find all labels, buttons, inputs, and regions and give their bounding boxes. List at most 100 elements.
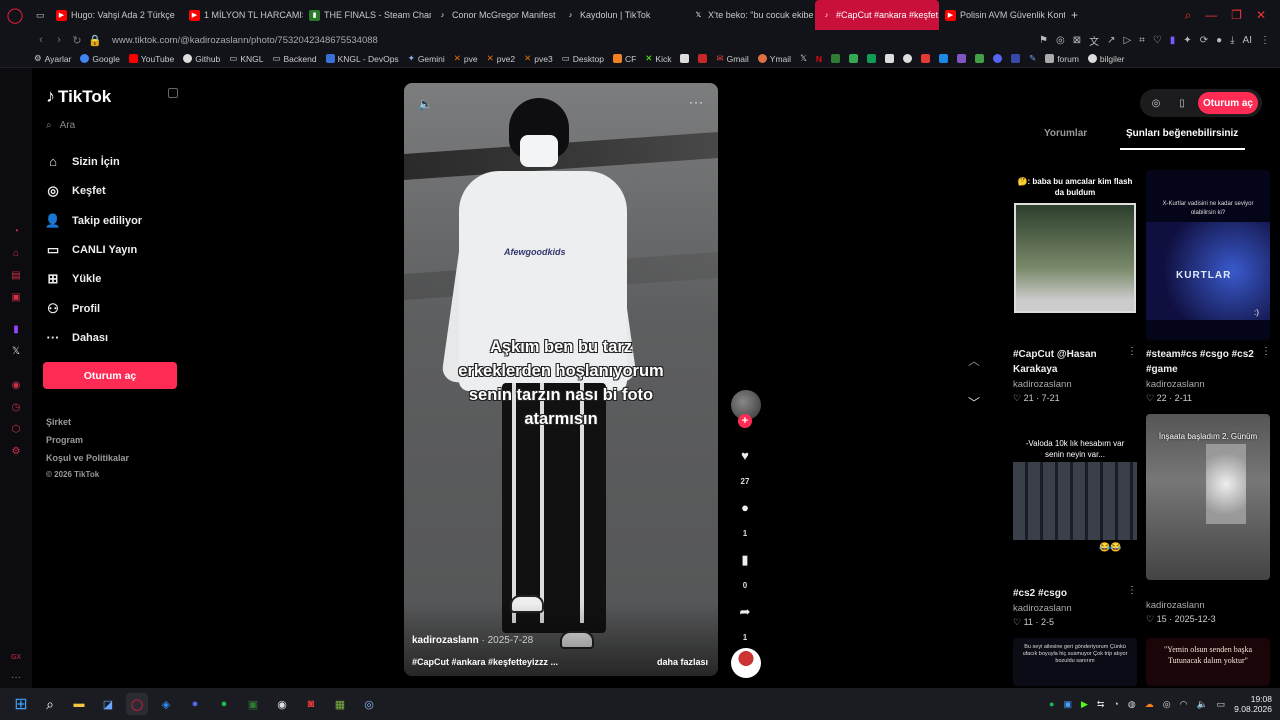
minimize-icon[interactable]: — — [1205, 8, 1217, 22]
bookmark-c[interactable] — [680, 54, 690, 63]
nav-yukle[interactable]: ⊞ Yükle — [44, 271, 102, 287]
tiktok-logo[interactable]: ♪ TikTok — [46, 86, 111, 107]
recommended-thumb[interactable]: İnşaata başladım 2. Günüm — [1146, 414, 1270, 580]
tray-cloud-icon[interactable]: ☁ — [1145, 699, 1154, 710]
bookmark-x[interactable]: 𝕏 — [800, 53, 807, 64]
bookmark-arrow[interactable] — [939, 54, 949, 63]
more-options-icon[interactable]: ··· — [689, 95, 704, 109]
workspaces-icon[interactable]: ▭ — [30, 0, 50, 30]
bookmark-ayarlar[interactable]: ⚙ Ayarlar — [34, 53, 71, 64]
history-icon[interactable]: ◷ — [10, 402, 22, 414]
more-text-button[interactable]: daha fazlası — [657, 657, 708, 667]
login-button[interactable]: Oturum aç — [43, 362, 177, 389]
play-icon[interactable]: ▷ — [1123, 35, 1131, 46]
bookmark-tool[interactable]: ✎ — [1029, 53, 1036, 64]
vscode-icon[interactable]: ◈ — [155, 693, 177, 715]
red-app-icon[interactable]: ◙ — [300, 693, 322, 715]
tab-you-may-like[interactable]: Şunları beğenebilirsiniz — [1126, 128, 1238, 139]
search-tabs-icon[interactable]: ⌕ — [1184, 8, 1191, 23]
wifi-icon[interactable]: ◠ — [1180, 699, 1188, 710]
opera-logo-icon[interactable]: ◯ — [0, 0, 30, 30]
recommended-thumb[interactable]: "Yemin olsun senden başka Tutunacak dalı… — [1146, 638, 1270, 686]
tab-1[interactable]: ▶ 1 MİLYON TL HARCAMIŞ O — [183, 0, 303, 30]
tray-steam-icon[interactable]: ◎ — [1163, 699, 1171, 710]
menu-icon[interactable]: ⋮ — [1260, 35, 1270, 46]
bookmark-icon[interactable]: ⚑ — [1039, 35, 1048, 46]
collapse-sidebar-icon[interactable] — [168, 88, 178, 98]
extension-icon[interactable]: ▮ — [1170, 35, 1176, 46]
battery-icon[interactable]: ▭ — [1217, 699, 1226, 710]
like-heart-icon[interactable]: ♥ — [736, 448, 754, 463]
bookmark-pve3[interactable]: ✕ pve3 — [524, 53, 553, 64]
maximize-icon[interactable]: ❐ — [1231, 8, 1242, 22]
card-caption[interactable]: #CapCut @Hasan Karakaya — [1013, 347, 1128, 377]
file-explorer-icon[interactable]: ▬ — [68, 693, 90, 715]
more-icon[interactable]: ··· — [10, 672, 22, 684]
recommended-thumb[interactable]: X-Kurtlar vadisini ne kadar seviyor olab… — [1146, 170, 1270, 340]
clock[interactable]: 19:08 9.08.2026 — [1234, 694, 1272, 714]
bookmark-github[interactable]: Github — [183, 54, 220, 64]
bookmark-grid[interactable] — [957, 54, 967, 63]
bookmark-pve[interactable]: ✕ pve — [454, 53, 478, 64]
forward-icon[interactable]: › — [50, 34, 68, 46]
extensions-icon[interactable]: ⬡ — [10, 424, 22, 436]
card-more-icon[interactable]: ⋮ — [1127, 585, 1137, 596]
bookmark-discord[interactable] — [993, 54, 1003, 63]
bookmark-wiki[interactable] — [903, 54, 913, 63]
tray-app-icon[interactable]: ▣ — [1063, 699, 1072, 710]
recommended-thumb[interactable]: 🤔: baba bu amcalar kim flash da buldum — [1013, 170, 1137, 340]
bookmark-forum[interactable]: forum — [1045, 54, 1079, 64]
bookmark-green[interactable] — [975, 54, 985, 63]
author-name[interactable]: kadirozaslann — [412, 635, 479, 646]
bookmark-icon[interactable]: ▮ — [736, 552, 754, 568]
app-icon[interactable]: ◪ — [97, 693, 119, 715]
bookmark-p[interactable] — [885, 54, 895, 63]
next-video-arrow-icon[interactable]: ﹀ — [968, 394, 980, 411]
nav-sizin-icin[interactable]: ⌂ Sizin İçin — [44, 154, 120, 169]
bookmark-kngl[interactable]: ▭ KNGL — [229, 53, 263, 64]
github-desktop-icon[interactable]: ◉ — [271, 693, 293, 715]
bookmark-ymail[interactable]: Ymail — [757, 54, 791, 64]
phone-icon[interactable]: ▯ — [1172, 98, 1192, 109]
card-more-icon[interactable]: ⋮ — [1127, 346, 1137, 357]
tray-network-icon[interactable]: ⇆ — [1097, 699, 1105, 710]
tab-6-active[interactable]: ♪ #CapCut #ankara #keşfet — [815, 0, 939, 30]
shop-icon[interactable]: ⌂ — [10, 248, 22, 260]
tab-3[interactable]: ♪ Conor McGregor Manifest — [431, 0, 559, 30]
gx-icon[interactable]: ▣ — [10, 292, 22, 304]
bookmark-red[interactable] — [698, 54, 708, 63]
player-icon[interactable]: ◉ — [10, 380, 22, 392]
bookmark-kngl-devops[interactable]: KNGL - DevOps — [325, 54, 399, 64]
block-icon[interactable]: ⊠ — [1073, 35, 1081, 46]
tab-7[interactable]: ▶ Polisin AVM Güvenlik Kont — [939, 0, 1065, 30]
music-disc-icon[interactable] — [731, 648, 761, 678]
bookmark-sheets[interactable] — [867, 54, 877, 63]
tab-2[interactable]: ▮ THE FINALS - Steam Char — [303, 0, 431, 30]
spotify-tray-icon[interactable]: ● — [1049, 699, 1054, 709]
bookmark-bilgiler[interactable]: bilgiler — [1087, 54, 1125, 64]
search-input[interactable]: ⌕ Ara — [46, 120, 75, 131]
share-icon[interactable]: ➦ — [736, 604, 754, 620]
bookmark-backend[interactable]: ▭ Backend — [272, 53, 316, 64]
speed-dial-icon[interactable]: ◔ — [10, 226, 22, 238]
footer-program[interactable]: Program — [46, 435, 83, 445]
video-tags[interactable]: #CapCut #ankara #keşfetteyizzz ... — [412, 657, 558, 667]
close-icon[interactable]: ✕ — [1256, 8, 1266, 22]
terminal-icon[interactable]: ▣ — [242, 693, 264, 715]
tray-play-icon[interactable]: ▶ — [1081, 699, 1088, 710]
download-icon[interactable]: ⤓ — [1230, 35, 1234, 46]
windows-start-icon[interactable]: ⊞ — [10, 693, 32, 715]
tray-icon[interactable]: ◔ — [1113, 699, 1118, 709]
nav-takip[interactable]: 👤 Takip ediliyor — [44, 213, 142, 229]
bookmark-gemini[interactable]: ✦ Gemini — [408, 53, 445, 64]
tray-discord-icon[interactable]: ◍ — [1128, 699, 1136, 710]
nav-canli[interactable]: ▭ CANLI Yayın — [44, 242, 137, 258]
bookmark-google[interactable]: Google — [80, 54, 120, 64]
bookmark-blue[interactable] — [1011, 54, 1021, 63]
tab-4[interactable]: ♪ Kaydolun | TikTok — [559, 0, 687, 30]
gx-corner-icon[interactable]: GX — [10, 652, 22, 664]
card-caption[interactable]: #steam#cs #csgo #cs2 #game — [1146, 347, 1264, 377]
translate-icon[interactable]: 文 — [1089, 33, 1099, 48]
camera-icon[interactable]: ◎ — [1056, 35, 1065, 46]
news-icon[interactable]: ▤ — [10, 270, 22, 282]
